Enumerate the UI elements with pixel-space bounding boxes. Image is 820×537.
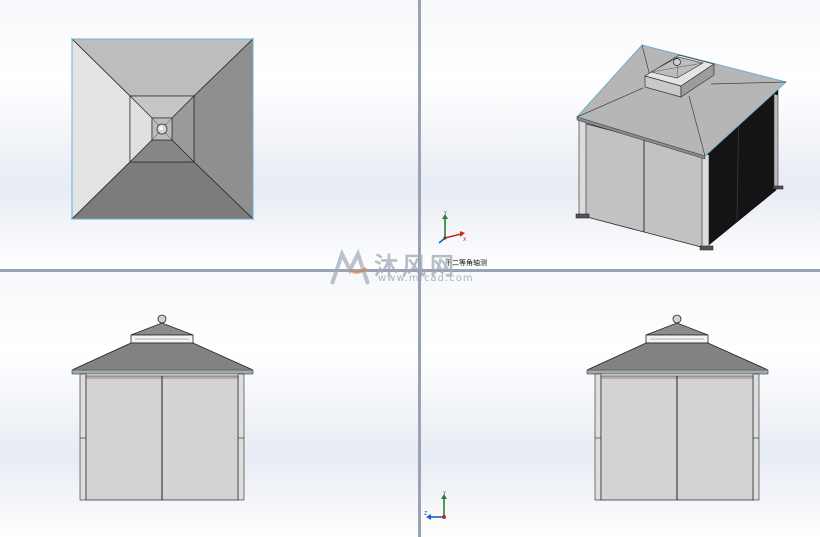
- view-orientation-label: 下二等角轴测: [445, 259, 487, 267]
- side-view-drawing: [586, 314, 769, 501]
- viewport-isometric-view[interactable]: [421, 0, 820, 269]
- isometric-view-drawing: [575, 44, 788, 251]
- reference-triad-top-right: Y X: [438, 211, 467, 244]
- viewport-side-view[interactable]: [421, 272, 820, 537]
- triad-z-label-bottom: Z: [424, 511, 428, 517]
- viewport-top-view[interactable]: [0, 0, 418, 269]
- viewport-splitter-horizontal[interactable]: [0, 269, 820, 272]
- front-view-drawing: [71, 314, 254, 501]
- top-view-drawing: [71, 38, 254, 220]
- triad-y-label: Y: [443, 211, 448, 217]
- viewport-front-view[interactable]: [0, 272, 418, 537]
- triad-x-label: X: [463, 237, 467, 243]
- reference-triad-bottom-right: Y Z: [424, 491, 447, 520]
- triad-y-label-bottom: Y: [442, 491, 447, 497]
